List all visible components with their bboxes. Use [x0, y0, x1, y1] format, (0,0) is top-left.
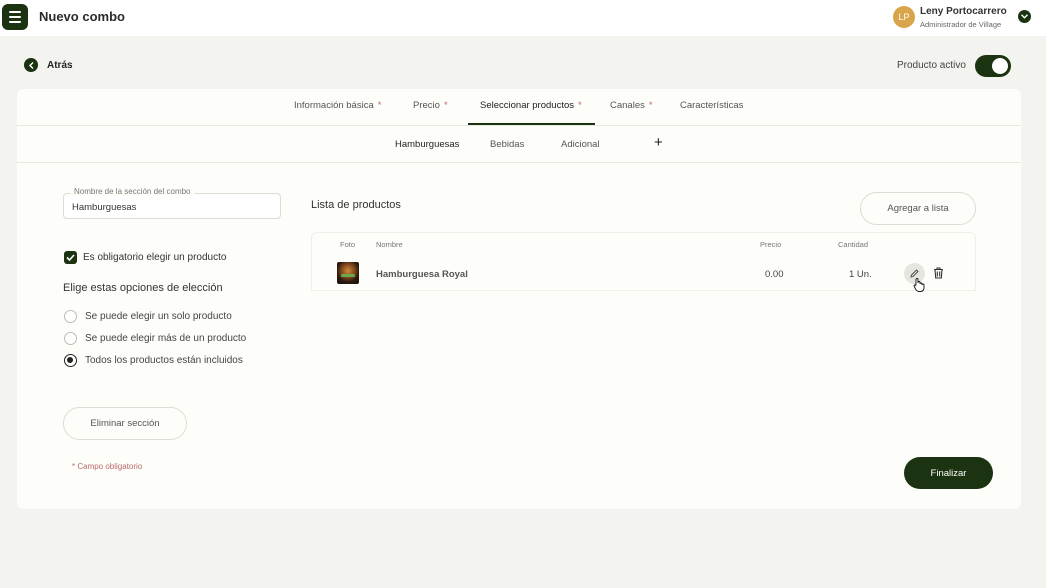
menu-icon-line	[9, 11, 21, 13]
toggle-knob	[992, 58, 1008, 74]
chevron-left-icon	[24, 58, 38, 72]
required-product-checkbox[interactable]: Es obligatorio elegir un producto	[64, 251, 226, 264]
delete-section-button[interactable]: Eliminar sección	[63, 407, 187, 440]
option-multiple-products[interactable]: Se puede elegir más de un producto	[64, 332, 246, 345]
tab-label: Canales	[610, 100, 645, 111]
tab-characteristics[interactable]: Características	[680, 100, 743, 111]
product-active-toggle[interactable]	[975, 55, 1011, 77]
option-label: Se puede elegir un solo producto	[85, 311, 232, 322]
column-header-name: Nombre	[376, 240, 403, 249]
avatar[interactable]: LP	[893, 6, 915, 28]
section-name-input[interactable]: Hamburguesas	[72, 202, 136, 213]
tab-label: Características	[680, 100, 744, 111]
page-title: Nuevo combo	[39, 9, 125, 24]
subtab-adicional[interactable]: Adicional	[561, 139, 600, 150]
required-field-note: * Campo obligatorio	[72, 462, 143, 471]
product-name: Hamburguesa Royal	[376, 269, 468, 280]
tab-label: Información básica	[294, 100, 374, 111]
column-header-photo: Foto	[340, 240, 356, 249]
tab-price[interactable]: Precio *	[413, 100, 448, 111]
back-button[interactable]: Atrás	[24, 58, 73, 72]
tab-select-products[interactable]: Seleccionar productos *	[480, 100, 582, 111]
menu-icon-line	[9, 16, 21, 18]
finish-button[interactable]: Finalizar	[904, 457, 993, 489]
required-marker: *	[443, 100, 448, 111]
required-marker: *	[648, 100, 653, 111]
section-name-field[interactable]: Nombre de la sección del combo Hamburgue…	[63, 187, 281, 219]
radio-selected-icon	[64, 354, 77, 367]
tab-bar: Información básica * Precio * Seleccionar …	[17, 89, 1021, 126]
required-marker: *	[578, 100, 582, 111]
column-header-price: Precio	[760, 240, 782, 249]
check-icon	[64, 251, 77, 264]
user-name: Leny Portocarrero	[920, 6, 1007, 17]
option-label: Todos los productos están incluidos	[85, 355, 243, 366]
tab-basic-info[interactable]: Información básica *	[294, 100, 381, 111]
top-bar: Nuevo combo LP Leny Portocarrero Adminis…	[0, 0, 1046, 36]
option-label: Se puede elegir más de un producto	[85, 333, 247, 344]
subtab-bebidas[interactable]: Bebidas	[490, 139, 524, 150]
required-product-label: Es obligatorio elegir un producto	[83, 252, 227, 263]
add-to-list-button[interactable]: Agregar a lista	[860, 192, 976, 225]
section-tab-bar: Hamburguesas Bebidas Adicional +	[17, 126, 1021, 163]
menu-icon-line	[9, 21, 21, 23]
product-photo	[337, 262, 359, 284]
hand-cursor-icon	[913, 278, 925, 292]
tab-label: Seleccionar productos	[480, 100, 574, 111]
option-all-included[interactable]: Todos los productos están incluidos	[64, 354, 243, 367]
product-price: 0.00	[765, 269, 784, 280]
product-active-label: Producto activo	[897, 60, 966, 71]
radio-icon	[64, 332, 77, 345]
add-section-icon[interactable]: +	[654, 134, 663, 151]
back-label: Atrás	[47, 59, 73, 71]
product-table: Foto Nombre Precio Cantidad Hamburguesa …	[311, 232, 976, 291]
subtab-hamburguesas[interactable]: Hamburguesas	[395, 139, 459, 150]
required-marker: *	[377, 100, 382, 111]
column-header-quantity: Cantidad	[838, 240, 869, 249]
tab-channels[interactable]: Canales *	[610, 100, 653, 111]
options-title: Elige estas opciones de elección	[63, 282, 223, 294]
option-single-product[interactable]: Se puede elegir un solo producto	[64, 310, 232, 323]
product-quantity: 1 Un.	[849, 269, 872, 280]
main-card: Información básica * Precio * Seleccionar …	[17, 89, 1021, 509]
product-list-title: Lista de productos	[311, 199, 401, 211]
radio-icon	[64, 310, 77, 323]
chevron-down-icon[interactable]	[1018, 10, 1031, 23]
table-row: Hamburguesa Royal 0.00 1 Un.	[312, 256, 975, 291]
active-tab-indicator	[468, 123, 595, 125]
trash-icon[interactable]	[931, 265, 945, 281]
user-role: Administrador de Village	[920, 20, 1002, 29]
hamburger-menu-button[interactable]	[2, 4, 28, 30]
tab-label: Precio	[413, 100, 440, 111]
section-name-label: Nombre de la sección del combo	[71, 187, 194, 196]
